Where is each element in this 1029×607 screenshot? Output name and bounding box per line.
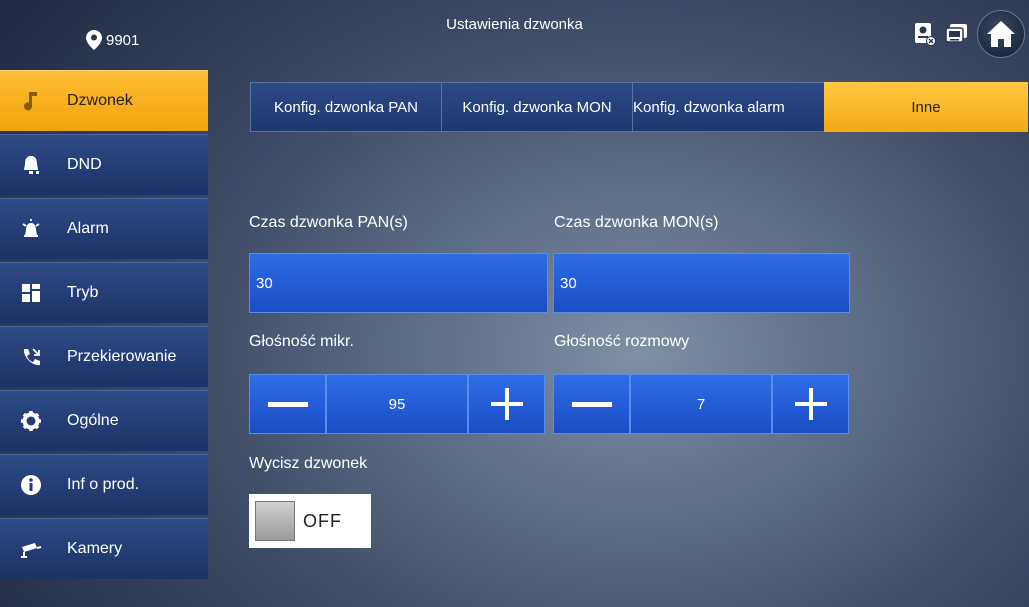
toggle-knob [255, 501, 295, 541]
room-number: 9901 [106, 31, 140, 49]
talk-volume-value: 7 [630, 374, 772, 434]
sidebar-item-tryb[interactable]: Tryb [0, 262, 208, 323]
grid-icon [20, 282, 42, 304]
talk-volume-stepper: 7 [553, 374, 849, 434]
tab-mon-ring-config[interactable]: Konfig. dzwonka MON [441, 82, 632, 132]
sidebar-item-label: Ogólne [67, 412, 119, 429]
talk-volume-plus-button[interactable] [772, 374, 849, 434]
toggle-state-text: OFF [303, 510, 342, 531]
sidebar-item-dnd[interactable]: DND [0, 134, 208, 195]
sidebar-item-label: DND [67, 156, 102, 173]
intercom-icon[interactable] [913, 22, 937, 46]
monitor-icon[interactable] [945, 22, 969, 46]
minus-icon [267, 401, 308, 407]
sidebar-item-kamery[interactable]: Kamery [0, 518, 208, 579]
sidebar: Dzwonek DND Alarm Tryb Przekierowanie Og… [0, 70, 208, 582]
info-icon [20, 474, 42, 496]
home-button[interactable] [977, 10, 1025, 58]
tab-pan-ring-config[interactable]: Konfig. dzwonka PAN [250, 82, 441, 132]
location-pin-icon [86, 30, 102, 50]
mon-ring-time-label: Czas dzwonka MON(s) [554, 214, 719, 231]
mic-volume-stepper: 95 [249, 374, 545, 434]
top-bar: 9901 Ustawienia dzwonka [0, 0, 1029, 68]
mon-ring-time-field[interactable]: 30 [553, 253, 850, 313]
talk-volume-minus-button[interactable] [553, 374, 630, 434]
mute-ring-toggle[interactable]: OFF [249, 494, 371, 548]
sidebar-item-label: Dzwonek [67, 92, 133, 109]
room-indicator: 9901 [86, 30, 139, 50]
sidebar-item-label: Inf o prod. [67, 476, 140, 493]
mic-volume-label: Głośność mikr. [249, 333, 354, 350]
plus-icon [794, 388, 827, 420]
camera-icon [20, 538, 42, 560]
mic-volume-plus-button[interactable] [468, 374, 545, 434]
sidebar-item-label: Przekierowanie [67, 348, 177, 365]
alarm-siren-icon [20, 218, 42, 240]
home-icon [987, 21, 1015, 47]
pan-ring-time-field[interactable]: 30 [249, 253, 548, 313]
mute-ring-label: Wycisz dzwonek [249, 455, 368, 472]
plus-icon [490, 388, 523, 420]
gear-icon [20, 410, 42, 432]
sidebar-item-label: Tryb [67, 284, 99, 301]
talk-volume-label: Głośność rozmowy [554, 333, 690, 350]
tab-bar: Konfig. dzwonka PAN Konfig. dzwonka MON … [250, 82, 1028, 132]
sidebar-item-przekierowanie[interactable]: Przekierowanie [0, 326, 208, 387]
tab-alarm-ring-config[interactable]: Konfig. dzwonka alarm [632, 82, 828, 132]
page-title: Ustawienia dzwonka [446, 16, 583, 33]
pan-ring-time-label: Czas dzwonka PAN(s) [249, 214, 408, 231]
sidebar-item-alarm[interactable]: Alarm [0, 198, 208, 259]
sidebar-item-ogolne[interactable]: Ogólne [0, 390, 208, 451]
sidebar-item-dzwonek[interactable]: Dzwonek [0, 70, 208, 131]
sidebar-item-label: Kamery [67, 540, 123, 557]
minus-icon [571, 401, 612, 407]
sidebar-item-info[interactable]: Inf o prod. [0, 454, 208, 515]
mic-volume-minus-button[interactable] [249, 374, 326, 434]
mic-volume-value: 95 [326, 374, 468, 434]
tab-other[interactable]: Inne [824, 82, 1028, 132]
call-forward-icon [20, 346, 42, 368]
bell-icon [20, 154, 42, 176]
music-note-icon [20, 90, 42, 112]
sidebar-item-label: Alarm [67, 220, 109, 237]
